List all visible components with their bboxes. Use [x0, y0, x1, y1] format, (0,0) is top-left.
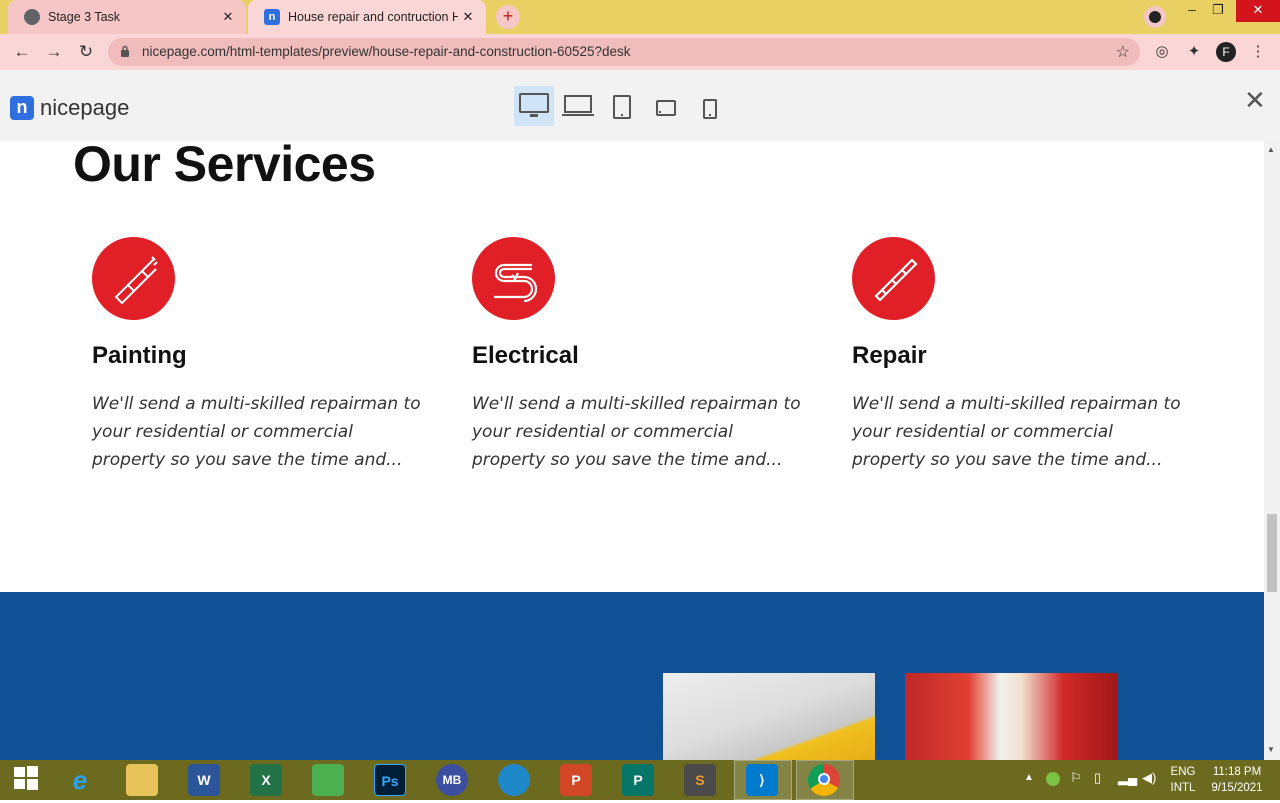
publisher-icon[interactable]: P — [622, 764, 654, 796]
browser-toolbar: ← → ↻ nicepage.com/html-templates/previe… — [0, 34, 1280, 70]
vscode-icon[interactable]: ⟩ — [746, 764, 778, 796]
window-close-button[interactable]: ✕ — [1236, 0, 1280, 22]
scroll-up-icon[interactable]: ▲ — [1267, 145, 1275, 154]
taskbar: e W X Ps MB P P S ⟩ ▲ ⚐ ▯ ▂▄ ◀) ENG INTL… — [0, 760, 1280, 800]
new-tab-button[interactable]: + — [496, 5, 520, 29]
plumber-photo — [663, 673, 875, 760]
bookmark-star-icon[interactable]: ☆ — [1116, 42, 1130, 62]
service-card-repair: Repair We'll send a multi-skilled repair… — [852, 237, 1192, 474]
clock-date: 9/15/2021 — [1211, 782, 1263, 794]
page-scrollbar[interactable]: ▲ ▼ — [1264, 141, 1280, 760]
file-explorer-icon[interactable] — [126, 764, 158, 796]
edge-icon[interactable] — [498, 764, 530, 796]
internet-explorer-icon[interactable]: e — [64, 764, 96, 796]
paint-brush-icon — [92, 237, 175, 320]
preview-bar: n nicepage ✕ — [0, 70, 1280, 141]
volume-icon[interactable]: ◀) — [1142, 770, 1156, 786]
tray-app-icon[interactable] — [1046, 772, 1060, 786]
clock-time: 11:18 PM — [1212, 766, 1262, 778]
nicepage-logo-icon: n — [10, 96, 34, 120]
worker-photo — [905, 673, 1117, 760]
scrollbar-thumb[interactable] — [1267, 514, 1277, 592]
service-title: Repair — [852, 342, 927, 369]
excel-icon[interactable]: X — [250, 764, 282, 796]
sublime-text-icon[interactable]: S — [684, 764, 716, 796]
address-bar[interactable]: nicepage.com/html-templates/preview/hous… — [108, 38, 1140, 66]
close-preview-button[interactable]: ✕ — [1244, 87, 1266, 113]
flag-icon[interactable]: ⚐ — [1070, 770, 1082, 786]
service-card-painting: Painting We'll send a multi-skilled repa… — [92, 237, 432, 474]
laptop-icon[interactable] — [558, 86, 598, 126]
extension-icon[interactable]: ◎ — [1152, 42, 1172, 62]
puzzle-icon[interactable]: ✦ — [1184, 42, 1204, 62]
section-title: Our Services — [73, 141, 376, 192]
tray-chevron-icon[interactable]: ▲ — [1024, 772, 1034, 783]
language-code: ENG — [1170, 766, 1196, 778]
tab-title: House repair and contruction HTML — [288, 10, 458, 24]
page-content: Our Services Painting We'll send a multi… — [0, 141, 1264, 760]
sketch-app-icon[interactable] — [312, 764, 344, 796]
forward-arrow-icon[interactable]: → — [42, 40, 66, 64]
profile-avatar-icon[interactable]: F — [1216, 42, 1236, 62]
input-language[interactable]: ENG INTL — [1166, 764, 1200, 796]
windows-start-icon[interactable] — [10, 764, 42, 796]
url-text: nicepage.com/html-templates/preview/hous… — [142, 44, 631, 59]
word-icon[interactable]: W — [188, 764, 220, 796]
photoshop-icon[interactable]: Ps — [374, 764, 406, 796]
blue-section — [0, 592, 1264, 760]
more-menu-icon[interactable]: ⋮ — [1248, 42, 1268, 62]
service-title: Painting — [92, 342, 187, 369]
battery-icon[interactable]: ▯ — [1094, 770, 1101, 786]
tab-strip: Stage 3 Task ✕ n House repair and contru… — [0, 0, 1280, 34]
tab-stage-3-task[interactable]: Stage 3 Task ✕ — [8, 0, 246, 34]
desktop-icon[interactable] — [514, 86, 554, 126]
tab-close-icon[interactable]: ✕ — [458, 9, 478, 25]
network-signal-icon[interactable]: ▂▄ — [1118, 770, 1137, 786]
chrome-icon[interactable] — [808, 764, 840, 796]
screwdriver-icon — [852, 237, 935, 320]
mb-app-icon[interactable]: MB — [436, 764, 468, 796]
scroll-down-icon[interactable]: ▼ — [1267, 745, 1275, 754]
phone-icon[interactable] — [690, 86, 730, 126]
service-description: We'll send a multi-skilled repairman to … — [472, 394, 801, 470]
electrical-wire-icon — [472, 237, 555, 320]
back-arrow-icon[interactable]: ← — [10, 40, 34, 64]
service-card-electrical: Electrical We'll send a multi-skilled re… — [472, 237, 812, 474]
tablet-landscape-icon[interactable] — [646, 86, 686, 126]
logo-text: nicepage — [40, 95, 130, 120]
reload-icon[interactable]: ↻ — [74, 40, 98, 64]
tab-title: Stage 3 Task — [48, 10, 121, 24]
service-description: We'll send a multi-skilled repairman to … — [92, 394, 421, 470]
clock[interactable]: 11:18 PM 9/15/2021 — [1206, 764, 1268, 796]
tab-close-icon[interactable]: ✕ — [218, 9, 238, 25]
restore-button[interactable]: ❐ — [1196, 0, 1240, 22]
service-title: Electrical — [472, 342, 579, 369]
powerpoint-icon[interactable]: P — [560, 764, 592, 796]
lock-icon — [121, 45, 129, 57]
service-description: We'll send a multi-skilled repairman to … — [852, 394, 1181, 470]
tab-house-repair[interactable]: n House repair and contruction HTML ✕ — [248, 0, 486, 34]
globe-icon — [24, 9, 40, 25]
nicepage-favicon-icon: n — [264, 9, 280, 25]
tablet-icon[interactable] — [602, 86, 642, 126]
profile-menu-icon[interactable] — [1144, 6, 1166, 28]
keyboard-layout: INTL — [1170, 782, 1196, 794]
